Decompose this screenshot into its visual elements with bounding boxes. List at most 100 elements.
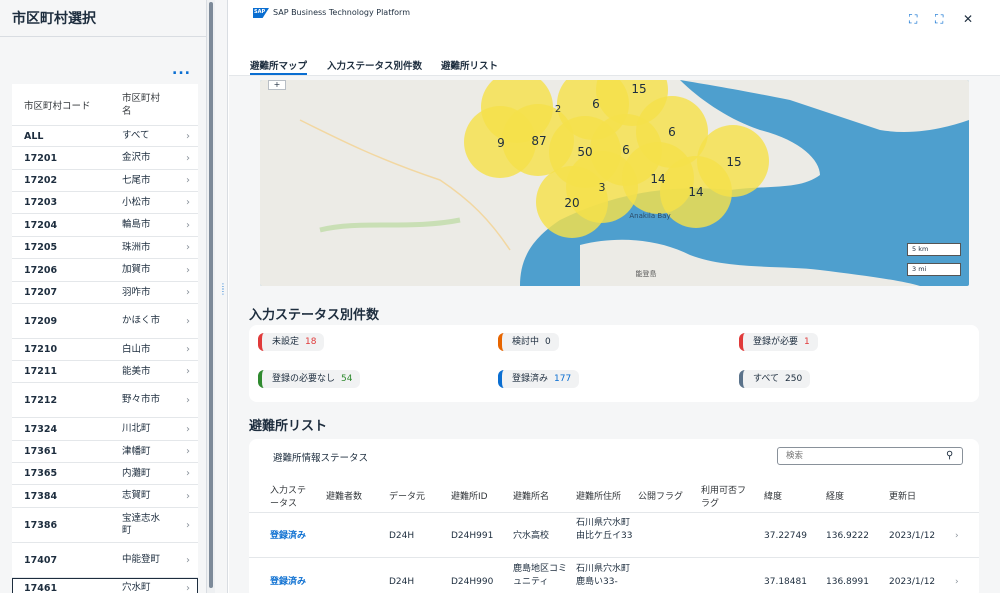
chip-label: 登録済み <box>512 374 549 384</box>
cluster-count: 15 <box>726 155 741 169</box>
status-section-title: 入力ステータス別件数 <box>249 308 380 323</box>
more-options-button[interactable]: ... <box>172 62 191 78</box>
chevron-right-icon: › <box>186 130 190 142</box>
shelter-list-card: 避難所情報ステータス ⚲ 入力ステータス 避難者数 データ元 避難所ID 避難所… <box>249 439 979 593</box>
cell-status[interactable]: 登録済み <box>270 530 306 543</box>
row-name: 輪島市 <box>122 219 151 230</box>
chevron-right-icon: › <box>186 446 190 457</box>
column-header[interactable]: 避難所ID <box>451 491 488 504</box>
row-name: 宝達志水町 <box>122 513 161 536</box>
table-row[interactable]: 17211 能美市 › <box>12 361 198 383</box>
chevron-right-icon[interactable]: › <box>955 530 959 543</box>
row-name: 中能登町 <box>122 554 161 565</box>
row-name: 志賀町 <box>122 490 151 501</box>
column-header-code[interactable]: 市区町村コード <box>12 98 122 112</box>
chevron-right-icon: › <box>186 197 190 208</box>
panel-title: 市区町村選択 <box>12 11 96 27</box>
row-name: 津幡町 <box>122 445 151 457</box>
column-header[interactable]: 避難所住所 <box>576 491 621 504</box>
table-row[interactable]: 17202 七尾市 › <box>12 170 198 192</box>
row-code: 17386 <box>24 519 58 531</box>
table-row[interactable]: 17407 中能登町 › <box>12 543 198 578</box>
chip-count: 250 <box>785 374 803 384</box>
status-chip-registered[interactable]: 登録済み 177 <box>498 370 580 388</box>
table-row[interactable]: 登録済み D24H D24H991 穴水高校 石川県穴水町由比ケ丘イ33 37.… <box>249 514 979 558</box>
row-code: 17384 <box>24 490 58 502</box>
shelter-map[interactable]: 15 2 6 6 9 87 50 6 15 3 14 14 20 Anakila… <box>260 80 969 286</box>
search-icon[interactable]: ⚲ <box>946 450 953 461</box>
row-code: 17206 <box>24 264 58 276</box>
table-row[interactable]: 17365 内灘町 › <box>12 463 198 485</box>
table-row[interactable]: 17207 羽咋市 › <box>12 282 198 304</box>
table-row[interactable]: 17209 かほく市 › <box>12 304 198 339</box>
table-row[interactable]: 17384 志賀町 › <box>12 485 198 508</box>
column-header[interactable]: 公開フラグ <box>638 491 683 504</box>
column-header[interactable]: データ元 <box>389 491 425 504</box>
chevron-right-icon: › <box>186 423 190 435</box>
table-row[interactable]: 17204 輪島市 › <box>12 214 198 237</box>
row-name: 川北町 <box>122 423 151 434</box>
column-header[interactable]: 避難者数 <box>326 491 362 504</box>
chip-label: 登録が必要 <box>753 337 799 347</box>
table-row[interactable]: 登録済み D24H D24H990 鹿島地区コミュニティ 石川県穴水町鹿島い33… <box>249 559 979 593</box>
row-name: 羽咋市 <box>122 286 151 298</box>
status-chip-reviewing[interactable]: 検討中 0 <box>498 333 559 351</box>
column-header[interactable]: 更新日 <box>889 491 916 504</box>
table-row[interactable]: 17210 白山市 › <box>12 339 198 361</box>
table-row[interactable]: 17203 小松市 › <box>12 192 198 214</box>
table-subtitle: 避難所情報ステータス <box>273 453 369 464</box>
column-header[interactable]: 利用可否フラグ <box>701 485 751 511</box>
search-input[interactable] <box>777 447 963 465</box>
chip-label: 登録の必要なし <box>272 374 336 384</box>
logo-text: SAP <box>254 9 266 15</box>
column-header[interactable]: 緯度 <box>764 491 782 504</box>
tab-status-counts[interactable]: 入力ステータス別件数 <box>327 58 422 72</box>
cluster-count: 14 <box>650 172 665 186</box>
column-header[interactable]: 経度 <box>826 491 844 504</box>
cell-status[interactable]: 登録済み <box>270 576 306 589</box>
chevron-right-icon: › <box>186 490 190 502</box>
column-header[interactable]: 入力ステータス <box>270 485 310 511</box>
sap-logo-icon: SAP <box>253 8 269 18</box>
tab-shelter-list[interactable]: 避難所リスト <box>441 58 498 72</box>
shrink-icon[interactable]: ⛶ <box>935 12 943 27</box>
shell-header: SAP SAP Business Technology Platform ⛶ ⛶… <box>229 0 1000 46</box>
status-chip-not-needed[interactable]: 登録の必要なし 54 <box>258 370 361 388</box>
status-chip-unset[interactable]: 未設定 18 <box>258 333 325 351</box>
divider <box>0 36 207 37</box>
cluster-count: 6 <box>668 125 676 139</box>
scrollbar-thumb[interactable] <box>209 2 213 588</box>
row-code: 17365 <box>24 468 58 479</box>
column-header-name[interactable]: 市区町村名 <box>122 92 168 118</box>
cell-id: D24H991 <box>451 531 494 541</box>
chevron-right-icon: › <box>186 519 190 531</box>
table-row[interactable]: 17201 金沢市 › <box>12 147 198 170</box>
cell-source: D24H <box>389 577 415 587</box>
expand-icon[interactable]: ⛶ <box>909 12 917 27</box>
table-row[interactable]: 17361 津幡町 › <box>12 441 198 463</box>
chevron-right-icon[interactable]: › <box>955 576 959 589</box>
cell-lat: 37.18481 <box>764 577 807 587</box>
table-row[interactable]: ALL すべて › <box>12 126 198 147</box>
column-header[interactable]: 避難所名 <box>513 491 549 504</box>
table-row[interactable]: 17205 珠洲市 › <box>12 237 198 259</box>
row-code: 17211 <box>24 366 58 377</box>
status-chip-all[interactable]: すべて 250 <box>739 370 811 388</box>
chevron-right-icon: › <box>186 264 190 276</box>
table-row[interactable]: 17206 加賀市 › <box>12 259 198 282</box>
scale-bar-mi: 3 mi <box>907 263 961 276</box>
cluster-count: 15 <box>631 82 646 96</box>
table-row[interactable]: 17212 野々市市 › <box>12 383 198 418</box>
close-icon[interactable]: ✕ <box>963 12 973 26</box>
status-chip-needs-registration[interactable]: 登録が必要 1 <box>739 333 818 351</box>
drag-handle-icon[interactable]: ⋮⋮⋮⋮ <box>219 283 235 300</box>
cell-name: 鹿島地区コミュニティ <box>513 564 568 587</box>
table-row[interactable]: 17386 宝達志水町 › <box>12 508 198 543</box>
tab-shelter-map[interactable]: 避難所マップ <box>250 58 307 72</box>
table-row[interactable]: 17324 川北町 › <box>12 418 198 441</box>
zoom-in-button[interactable]: + <box>268 80 286 90</box>
table-row-selected[interactable]: 17461 穴水町 › <box>12 578 198 593</box>
chevron-right-icon: › <box>186 582 190 593</box>
chip-count: 54 <box>341 374 353 384</box>
chevron-right-icon: › <box>186 366 190 377</box>
